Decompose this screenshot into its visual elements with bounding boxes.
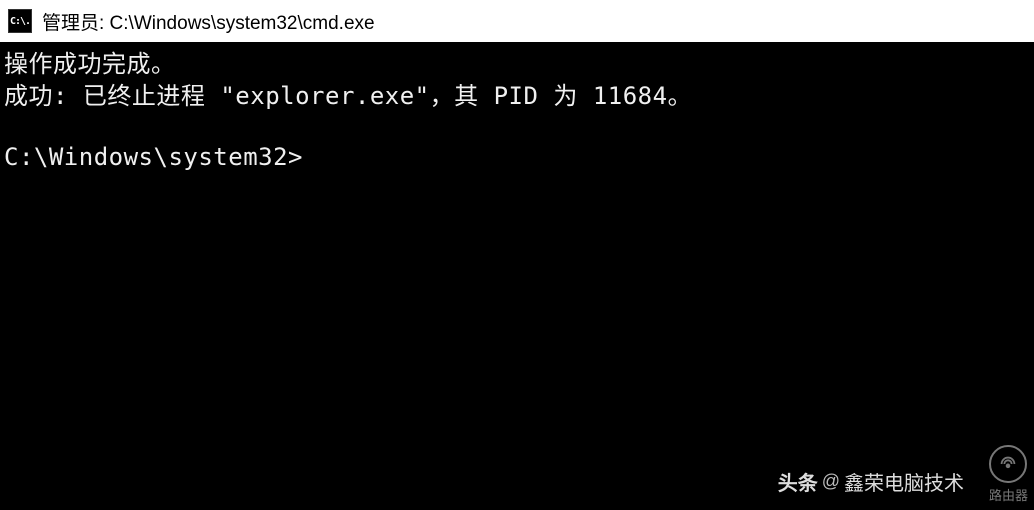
router-icon <box>989 445 1027 483</box>
watermark-toutiao: 头条 @ 鑫荣电脑技术 <box>778 467 964 496</box>
terminal-area[interactable]: 操作成功完成。 成功: 已终止进程 "explorer.exe"，其 PID 为… <box>0 42 1034 179</box>
cmd-icon: C:\. <box>8 9 32 33</box>
toutiao-author: 鑫荣电脑技术 <box>844 467 964 496</box>
terminal-output-line: 操作成功完成。 <box>4 48 1030 80</box>
terminal-output-line: 成功: 已终止进程 "explorer.exe"，其 PID 为 11684。 <box>4 80 1030 112</box>
cmd-icon-label: C:\. <box>10 16 30 27</box>
router-label: 路由器 <box>989 485 1028 504</box>
terminal-prompt-line[interactable]: C:\Windows\system32> <box>4 141 1030 173</box>
terminal-prompt: C:\Windows\system32> <box>4 141 303 173</box>
window-title: 管理员: C:\Windows\system32\cmd.exe <box>42 8 375 35</box>
toutiao-at: @ <box>822 471 840 492</box>
watermark-router: 路由器 <box>989 445 1028 504</box>
titlebar[interactable]: C:\. 管理员: C:\Windows\system32\cmd.exe <box>0 0 1034 42</box>
toutiao-label: 头条 <box>778 467 818 496</box>
